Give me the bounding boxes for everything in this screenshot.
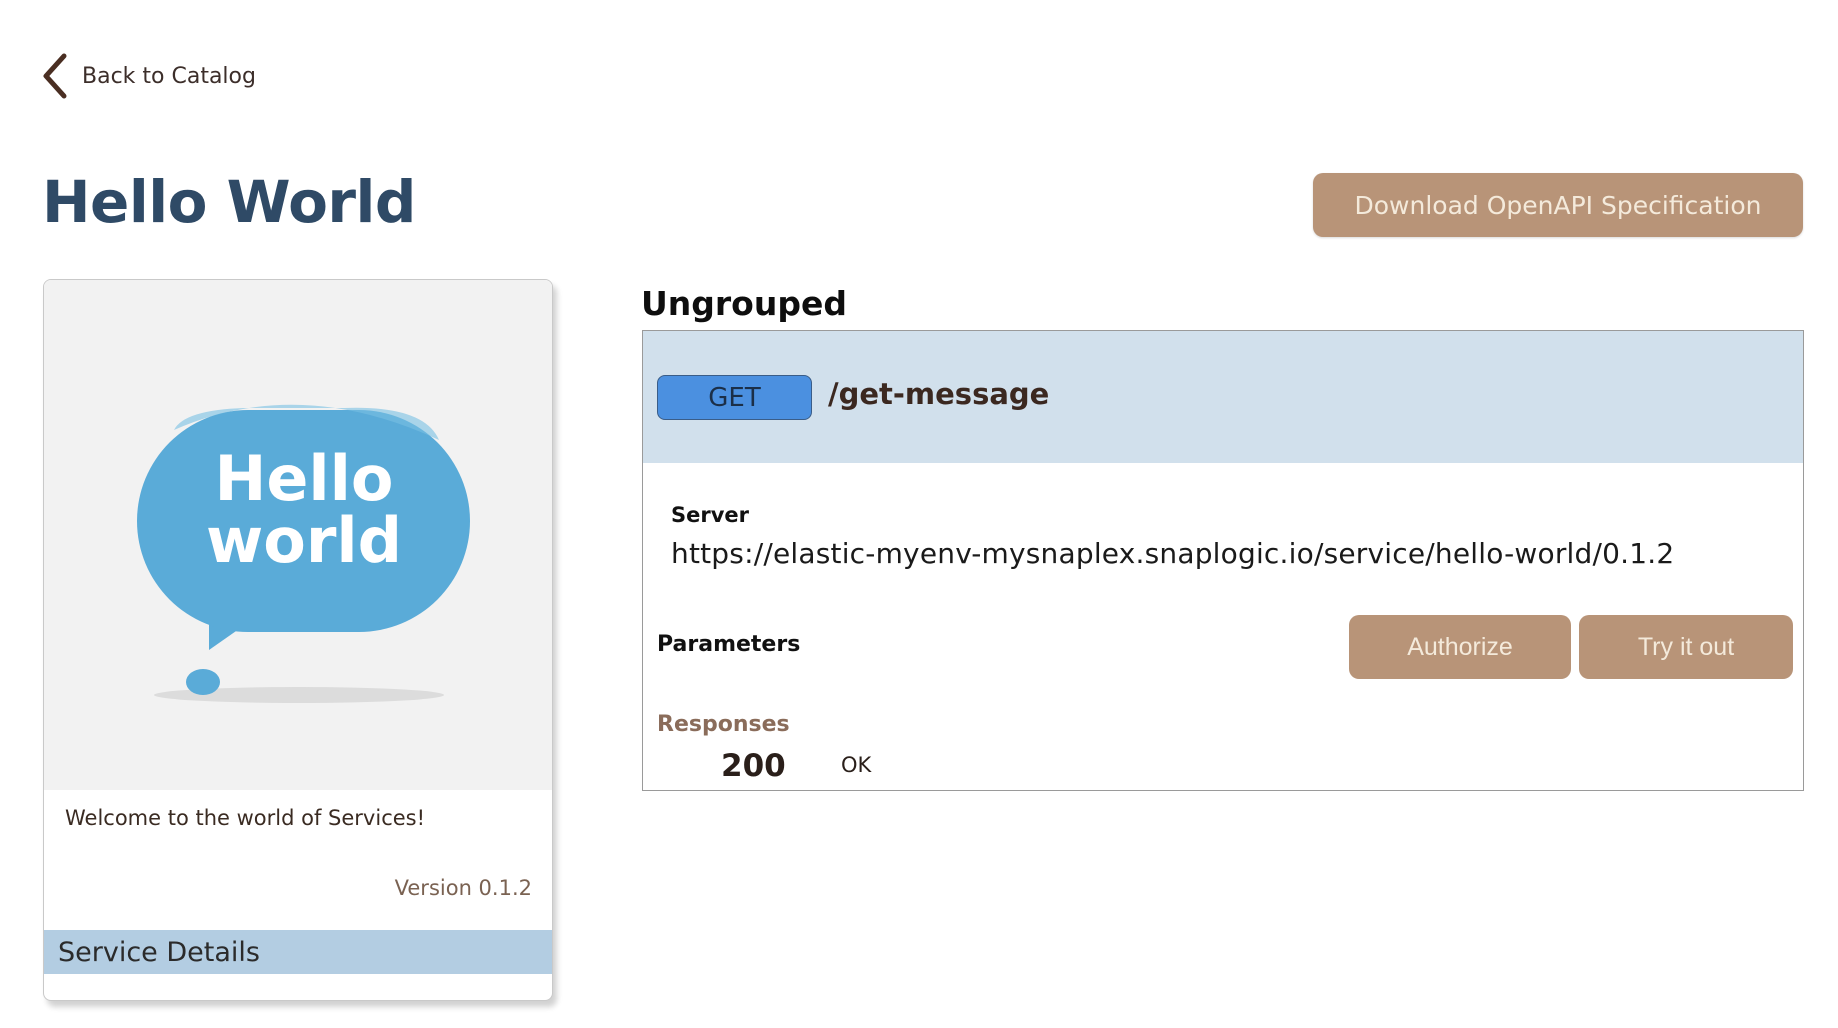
response-code: 200: [721, 748, 786, 784]
download-openapi-button[interactable]: Download OpenAPI Specification: [1313, 173, 1803, 237]
response-description: OK: [841, 753, 872, 777]
group-title: Ungrouped: [641, 284, 847, 323]
responses-label: Responses: [657, 712, 790, 737]
service-card: Hello world Welcome to the world of Serv…: [43, 279, 553, 1001]
parameters-label: Parameters: [657, 632, 801, 657]
method-badge: GET: [657, 375, 812, 420]
back-to-catalog-link[interactable]: Back to Catalog: [40, 52, 256, 100]
service-description: Welcome to the world of Services!: [65, 806, 426, 830]
service-image: Hello world: [44, 280, 552, 790]
endpoint-path: /get-message: [828, 377, 1050, 411]
chevron-left-icon: [43, 53, 67, 99]
page-title: Hello World: [42, 168, 416, 236]
server-url: https://elastic-myenv-mysnaplex.snaplogi…: [671, 537, 1675, 570]
bubble-text-line2: world: [206, 504, 402, 577]
back-link-label: Back to Catalog: [82, 63, 256, 89]
endpoint-header[interactable]: GET /get-message: [643, 331, 1803, 463]
endpoint-panel: GET /get-message Server https://elastic-…: [642, 330, 1804, 791]
speech-bubble-image: Hello world: [137, 404, 470, 703]
page: Back to Catalog Hello World Download Ope…: [0, 0, 1838, 1028]
service-details-button[interactable]: Service Details: [44, 930, 552, 974]
authorize-button[interactable]: Authorize: [1349, 615, 1571, 679]
server-label: Server: [671, 503, 750, 527]
try-it-out-button[interactable]: Try it out: [1579, 615, 1793, 679]
service-version: Version 0.1.2: [394, 876, 532, 900]
